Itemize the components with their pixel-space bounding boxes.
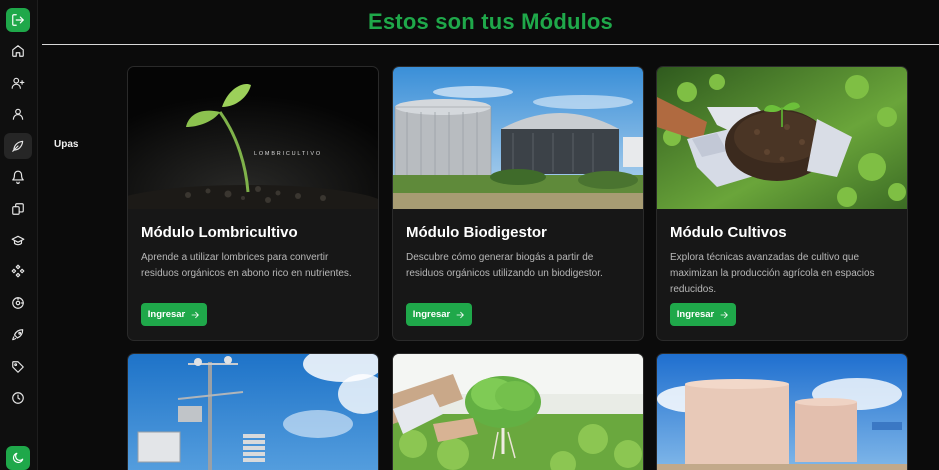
page-title: Estos son tus Módulos (368, 9, 613, 34)
sidebar-item-modules[interactable] (6, 259, 30, 283)
module-card-biodigestor: Módulo Biodigestor Descubre cómo generar… (392, 66, 644, 341)
module-title: Módulo Lombricultivo (141, 224, 298, 241)
button-label: Ingresar (412, 309, 451, 320)
moon-icon (13, 452, 24, 463)
ingresar-button-biodigestor[interactable]: Ingresar (406, 303, 472, 326)
sidebar-item-add-user[interactable] (6, 71, 30, 95)
button-label: Ingresar (147, 309, 186, 320)
home-icon (12, 45, 24, 57)
module-image-lombricultivo: LOMBRICULTIVO (128, 67, 378, 209)
leaf-icon (12, 140, 24, 152)
tag-icon (12, 361, 24, 373)
module-description: Aprende a utilizar lombrices para conver… (141, 252, 352, 279)
sidebar-item-target[interactable] (6, 291, 30, 315)
user-plus-icon (11, 77, 25, 89)
sidebar-item-history[interactable] (6, 386, 30, 410)
sidebar-item-home[interactable] (6, 39, 30, 63)
rocket-icon (12, 329, 24, 341)
module-description: Explora técnicas avanzadas de cultivo qu… (670, 252, 875, 295)
page-header: Estos son tus Módulos (42, 0, 939, 45)
ingresar-button-cultivos[interactable]: Ingresar (670, 303, 736, 326)
sidebar-item-launch[interactable] (6, 323, 30, 347)
module-card-weather (127, 353, 379, 470)
module-card-cultivos: Módulo Cultivos Explora técnicas avanzad… (656, 66, 908, 341)
arrow-right-icon (191, 311, 200, 318)
module-image-water-tanks (657, 354, 907, 470)
module-image-weather-station (128, 354, 378, 470)
module-description: Descubre cómo generar biogás a partir de… (406, 252, 603, 279)
module-image-lettuce (393, 354, 643, 470)
graduation-cap-icon (11, 235, 25, 246)
clock-icon (12, 392, 24, 404)
sidebar-tooltip: Upas (54, 139, 79, 150)
app: Upas Estos son tus Módulos LOMBRICULTIVO… (0, 0, 939, 470)
arrow-right-icon (720, 311, 729, 318)
cards-icon (12, 203, 24, 215)
button-label: Ingresar (676, 309, 715, 320)
modules-icon (11, 264, 25, 278)
module-image-biodigestor (393, 67, 643, 209)
theme-toggle-button[interactable] (6, 446, 30, 470)
target-icon (12, 297, 24, 309)
sidebar-item-education[interactable] (6, 229, 30, 253)
module-card-tanques (656, 353, 908, 470)
module-title: Módulo Cultivos (670, 224, 787, 241)
sidebar-item-profile[interactable] (6, 102, 30, 126)
user-icon (12, 108, 24, 120)
sidebar-item-cards[interactable] (6, 197, 30, 221)
logout-button[interactable] (6, 8, 30, 32)
sidebar-item-notifications[interactable] (6, 165, 30, 189)
logout-icon (12, 14, 24, 26)
ingresar-button-lombricultivo[interactable]: Ingresar (141, 303, 207, 326)
arrow-right-icon (456, 311, 465, 318)
module-image-cultivos (657, 67, 907, 209)
sidebar-item-upas[interactable] (4, 133, 32, 159)
sidebar-item-tags[interactable] (6, 355, 30, 379)
module-title: Módulo Biodigestor (406, 224, 547, 241)
module-card-hidroponia (392, 353, 644, 470)
module-card-lombricultivo: LOMBRICULTIVO Módulo Lombricultivo Apren… (127, 66, 379, 341)
bell-icon (12, 170, 24, 184)
sidebar (0, 0, 38, 470)
module-image-caption: LOMBRICULTIVO (254, 151, 322, 157)
